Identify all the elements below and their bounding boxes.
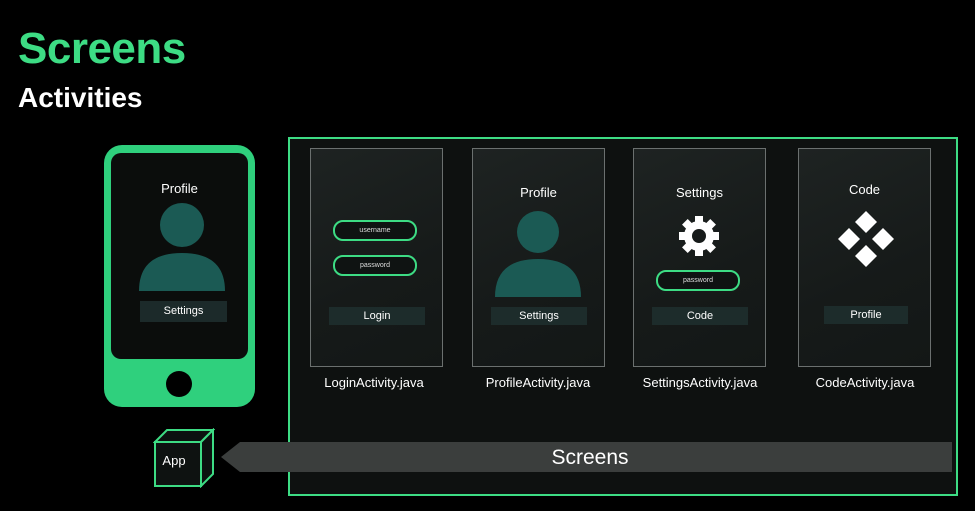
- password-field[interactable]: password: [333, 255, 417, 276]
- profile-activity-caption: ProfileActivity.java: [485, 375, 591, 390]
- settings-button[interactable]: Settings: [491, 307, 587, 325]
- profile-card-title: Profile: [520, 185, 557, 200]
- home-button[interactable]: [166, 371, 192, 397]
- screens-arrow-bar: Screens: [240, 442, 952, 472]
- code-activity-card: Code Profile: [798, 148, 931, 367]
- profile-activity-card: Profile Settings: [472, 148, 605, 367]
- screens-bar-label: Screens: [551, 446, 629, 469]
- settings-activity-caption: SettingsActivity.java: [642, 375, 758, 390]
- person-icon: [139, 203, 225, 291]
- code-activity-caption: CodeActivity.java: [815, 375, 915, 390]
- code-button[interactable]: Code: [652, 307, 748, 325]
- slide-subtitle: Activities: [18, 82, 143, 113]
- login-activity-caption: LoginActivity.java: [324, 375, 424, 390]
- login-activity-card: username password Login: [310, 148, 443, 367]
- slide-title: Screens: [18, 24, 186, 73]
- phone-screen-title: Profile: [161, 181, 198, 196]
- phone-settings-button[interactable]: Settings: [140, 301, 227, 322]
- diamond-logo-icon: [838, 211, 894, 267]
- person-icon: [495, 211, 581, 297]
- gear-icon: [679, 216, 719, 256]
- username-field[interactable]: username: [333, 220, 417, 241]
- profile-button[interactable]: Profile: [824, 306, 908, 324]
- settings-card-title: Settings: [676, 185, 723, 200]
- code-card-title: Code: [848, 182, 881, 197]
- phone-device: Profile Settings: [104, 145, 255, 407]
- password-field[interactable]: password: [656, 270, 740, 291]
- app-label: App: [162, 453, 186, 468]
- arrow-head: [221, 442, 240, 472]
- settings-activity-card: Settings password Code: [633, 148, 766, 367]
- login-button[interactable]: Login: [329, 307, 425, 325]
- phone-screen: Profile Settings: [111, 153, 248, 359]
